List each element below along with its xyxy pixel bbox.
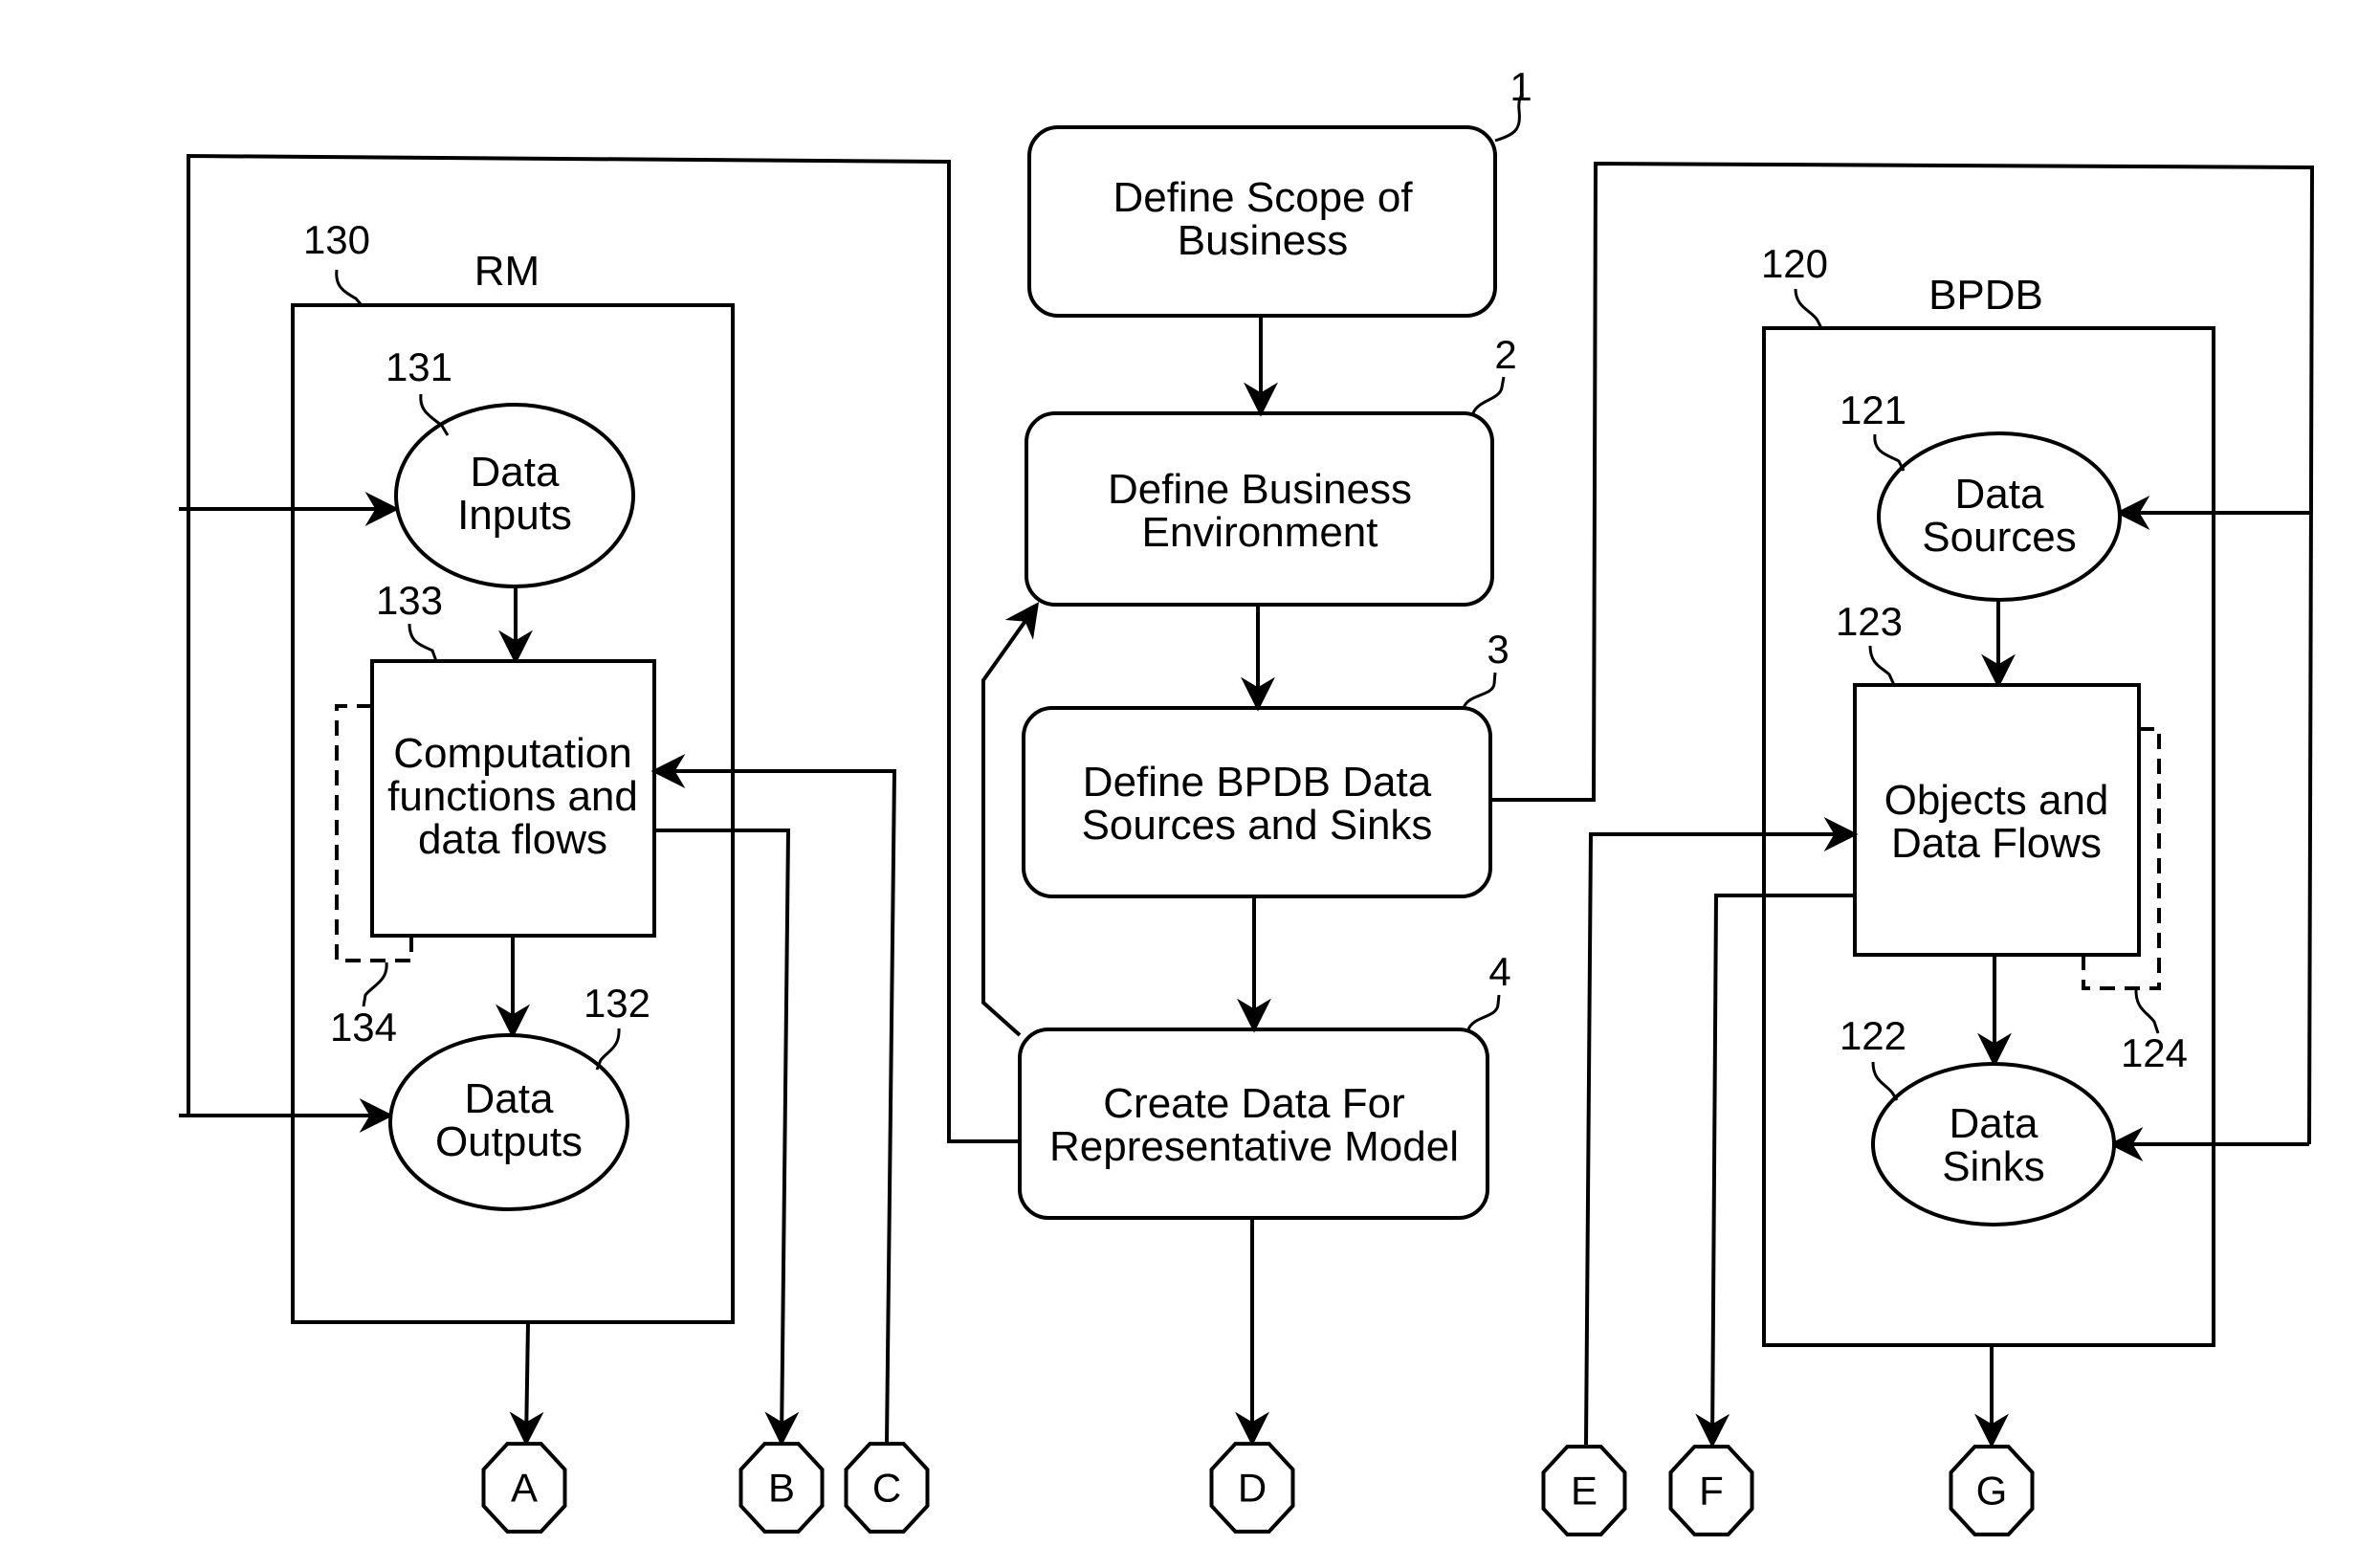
arrow-C-to-computation: [650, 754, 897, 1444]
data-sources-label-line2: Sources: [1922, 514, 2076, 561]
step-1-label-line2: Business: [1178, 217, 1349, 264]
connector-g-label: G: [1976, 1469, 2008, 1514]
step-4-label-line1: Create Data For: [1103, 1080, 1404, 1127]
bpdb-ref: 120: [1761, 241, 1828, 286]
objects-label-line2: Data Flows: [1891, 820, 2102, 867]
objects-dashed-ref-leader: [2134, 987, 2160, 1034]
arrow-E-to-objects: [1584, 817, 1859, 1446]
data-inputs-node: Data Inputs 131: [386, 344, 635, 588]
connector-d-label: D: [1238, 1466, 1267, 1511]
data-outputs-node: Data Outputs 132: [388, 981, 650, 1211]
step-3-ref: 3: [1487, 627, 1509, 672]
computation-ref-leader: [408, 623, 438, 662]
rm-ref: 130: [303, 217, 370, 262]
arrow-rm-to-A: [509, 1321, 544, 1447]
data-sources-ref: 121: [1840, 387, 1906, 432]
data-sinks-label-line2: Sinks: [1942, 1143, 2045, 1190]
data-outputs-ref-leader: [595, 1028, 621, 1071]
computation-dashed-ref: 134: [330, 1005, 397, 1050]
loop-step3-to-bpdb: [1490, 161, 2315, 1145]
connectors: A B C D E F G: [481, 1442, 2035, 1536]
connector-e-label: E: [1571, 1469, 1598, 1514]
step-4-ref: 4: [1488, 949, 1510, 994]
computation-label-line2: functions and: [387, 773, 638, 820]
data-sinks-ref-leader: [1871, 1061, 1899, 1101]
data-inputs-label-line2: Inputs: [457, 492, 572, 539]
step-3: Define BPDB Data Sources and Sinks 3: [1022, 627, 1510, 898]
data-sinks-node: Data Sinks 122: [1840, 1013, 2116, 1227]
bpdb-ref-leader: [1794, 288, 1823, 329]
step-2: Define Business Environment 2: [1025, 332, 1517, 607]
step-2-ref: 2: [1494, 332, 1516, 377]
computation-dashed-ref-leader: [362, 961, 388, 1007]
arrow-objects-to-F: [1695, 894, 1855, 1448]
connector-c-label: C: [872, 1466, 901, 1511]
objects-node: Objects and Data Flows 123: [1836, 599, 2141, 957]
flowchart-diagram: Define Scope of Business 1 Define Busine…: [179, 64, 2315, 1536]
data-sources-label-line1: Data: [1955, 471, 2044, 518]
computation-label-line1: Computation: [393, 730, 631, 777]
data-outputs-label-line1: Data: [465, 1075, 554, 1122]
step-2-label-line1: Define Business: [1108, 466, 1412, 513]
data-sources-node: Data Sources 121: [1840, 387, 2122, 602]
objects-ref-leader: [1868, 645, 1896, 686]
step-3-label-line2: Sources and Sinks: [1082, 802, 1433, 849]
connector-b-label: B: [768, 1466, 795, 1511]
computation-ref: 133: [376, 578, 443, 623]
connector-f-label: F: [1699, 1469, 1724, 1514]
step-1: Define Scope of Business 1: [1027, 64, 1532, 318]
step-4-label-line2: Representative Model: [1049, 1123, 1459, 1170]
data-outputs-ref: 132: [584, 981, 650, 1026]
step-4: Create Data For Representative Model 4: [1018, 949, 1511, 1220]
objects-dashed-ref: 124: [2121, 1030, 2188, 1075]
rm-title: RM: [474, 248, 540, 295]
data-sinks-ref: 122: [1840, 1013, 1906, 1058]
step-1-ref: 1: [1510, 64, 1532, 109]
objects-label-line1: Objects and: [1884, 777, 2109, 824]
step-2-label-line2: Environment: [1141, 509, 1377, 556]
step-1-label-line1: Define Scope of: [1113, 174, 1413, 221]
objects-ref: 123: [1836, 599, 1903, 644]
data-inputs-ref: 131: [386, 344, 452, 389]
arrow-computation-to-B: [654, 829, 800, 1447]
data-inputs-label-line1: Data: [471, 449, 560, 496]
bpdb-title: BPDB: [1928, 272, 2043, 319]
data-outputs-label-line2: Outputs: [435, 1118, 583, 1165]
computation-label-line3: data flows: [418, 816, 607, 863]
rm-ref-leader: [335, 269, 364, 306]
data-sinks-label-line1: Data: [1950, 1100, 2038, 1147]
data-sources-ref-leader: [1873, 433, 1906, 472]
step-4-ref-leader: [1466, 994, 1501, 1030]
step-3-ref-leader: [1462, 672, 1497, 709]
connector-a-label: A: [511, 1466, 538, 1511]
step-2-ref-leader: [1471, 376, 1506, 414]
step-3-label-line1: Define BPDB Data: [1083, 759, 1432, 806]
computation-node: Computation functions and data flows 133: [370, 578, 656, 938]
